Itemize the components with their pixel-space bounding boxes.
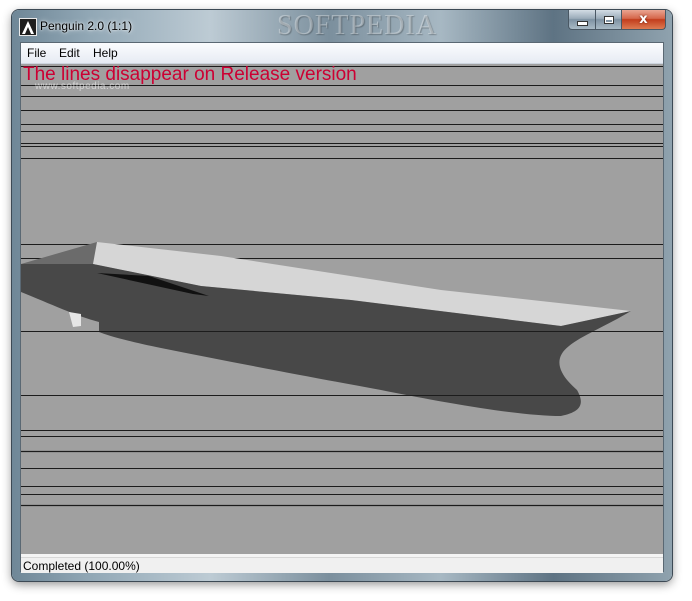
scene-canvas (21, 66, 663, 507)
softpedia-watermark: SOFTPEDIA (277, 10, 437, 41)
maximize-icon (603, 15, 614, 24)
menu-help[interactable]: Help (93, 46, 118, 60)
title-bar[interactable]: Penguin 2.0 (1:1) SOFTPEDIA x (12, 10, 672, 42)
menu-edit[interactable]: Edit (59, 46, 80, 60)
caption-buttons: x (568, 10, 666, 30)
menu-bar: File Edit Help (21, 43, 663, 64)
render-viewport[interactable]: The lines disappear on Release version w… (21, 64, 663, 554)
minimize-button[interactable] (568, 10, 596, 30)
minimize-icon (576, 20, 588, 26)
close-button[interactable]: x (622, 10, 666, 30)
status-bar: Completed (100.00%) (21, 557, 663, 573)
penguin-app-icon[interactable] (19, 18, 37, 36)
softpedia-small-watermark: www.softpedia.com (35, 81, 130, 92)
window-title: Penguin 2.0 (1:1) (40, 19, 133, 33)
client-area: File Edit Help The lines disappear on Re… (20, 42, 664, 573)
close-icon: x (639, 12, 648, 27)
menu-file[interactable]: File (27, 46, 46, 60)
app-window: Penguin 2.0 (1:1) SOFTPEDIA x File Edit … (12, 10, 672, 581)
maximize-button[interactable] (596, 10, 622, 30)
ship-hull-model (21, 242, 663, 416)
status-text: Completed (100.00%) (23, 559, 140, 573)
